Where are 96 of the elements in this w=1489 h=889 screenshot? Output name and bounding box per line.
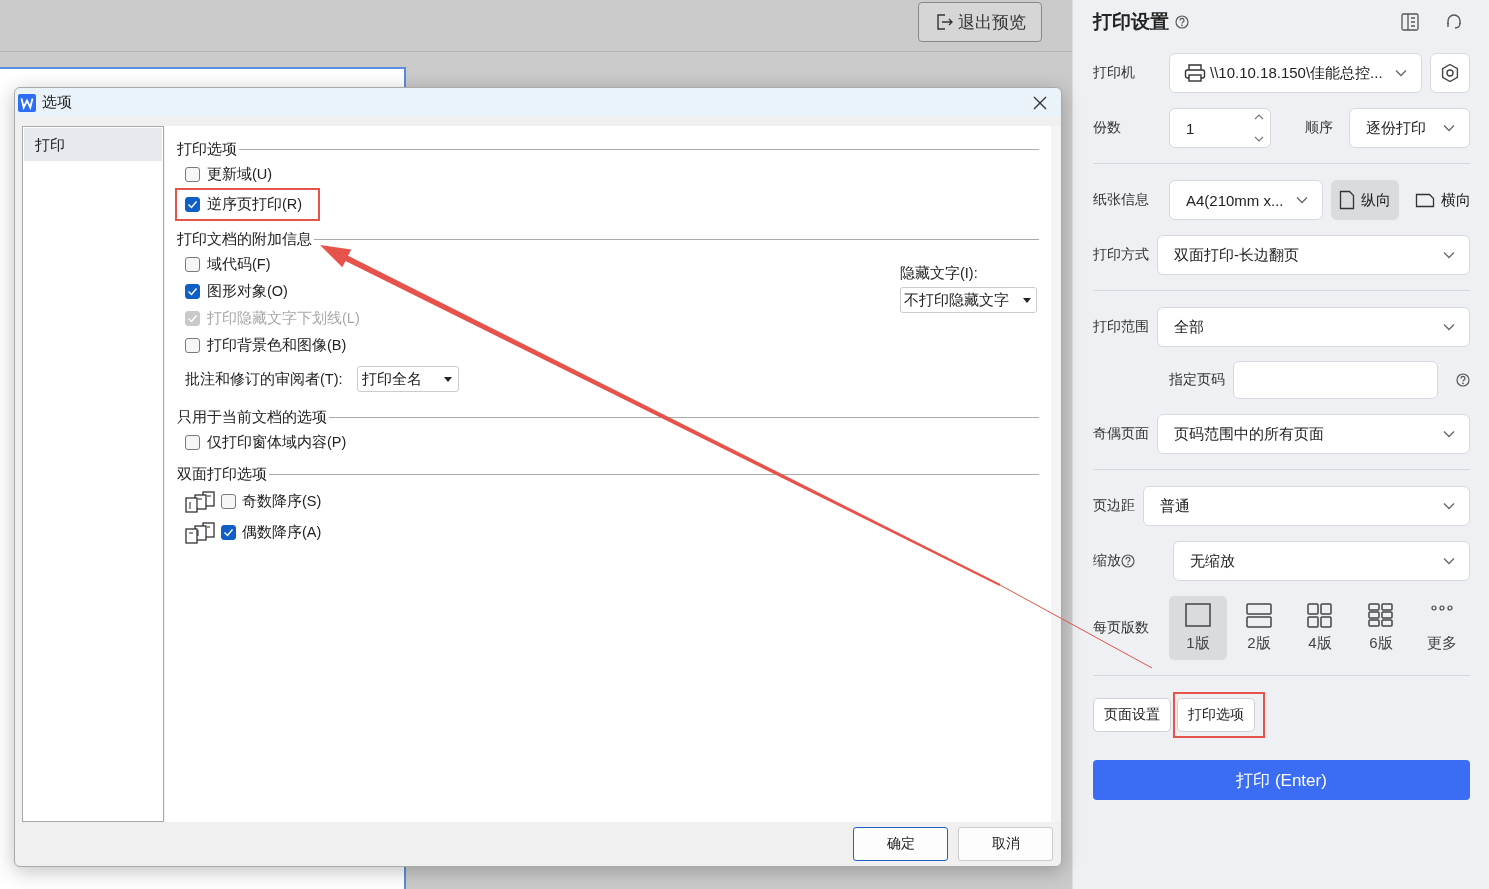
dialog-title: 选项 [42, 93, 72, 112]
checkbox-label: 图形对象(O) [207, 282, 288, 301]
field-label: 每页版数 [1093, 619, 1150, 637]
dropdown[interactable]: 打印全名 [356, 366, 459, 392]
checkbox[interactable] [185, 338, 200, 353]
dropdown[interactable]: 页码范围中的所有页面 [1157, 414, 1470, 454]
two-pages-icon [1245, 603, 1273, 629]
orientation-button[interactable]: 横向 [1407, 180, 1479, 220]
field-label: 份数 [1093, 119, 1122, 137]
field-label: 批注和修订的审阅者(T): [185, 369, 343, 389]
dropdown[interactable]: 不打印隐藏文字 [900, 287, 1037, 313]
copies-spinner[interactable]: 1 [1169, 108, 1271, 148]
paper-size-select[interactable]: A4(210mm x... [1169, 180, 1323, 220]
checkmark-icon [187, 200, 198, 209]
category-item[interactable]: 打印 [24, 128, 162, 161]
close-icon[interactable] [1033, 95, 1047, 110]
caret-icon [1023, 297, 1031, 303]
field-label: 打印范围 [1093, 318, 1149, 336]
dropdown[interactable]: 普通 [1143, 486, 1470, 526]
page-number-field[interactable] [1233, 361, 1438, 399]
panel-button[interactable]: 页面设置 [1093, 698, 1171, 732]
chevron-icon [1443, 323, 1455, 331]
checkbox-label: 仅打印窗体域内容(P) [207, 433, 347, 452]
print-button[interactable]: 打印 (Enter) [1093, 760, 1470, 800]
field-label: 奇偶页面 [1093, 425, 1149, 443]
exit-preview-button[interactable]: 退出预览 [918, 2, 1042, 42]
page-icon [1339, 190, 1355, 210]
checkbox[interactable] [185, 167, 200, 182]
dropdown[interactable]: 双面打印-长边翻页 [1157, 235, 1470, 275]
panel-button[interactable]: 打印选项 [1177, 698, 1255, 732]
section-title: 打印文档的附加信息 [177, 229, 312, 249]
field-label: 顺序 [1305, 119, 1333, 137]
field-label: 打印方式 [1093, 246, 1149, 264]
checkbox-label: 域代码(F) [207, 255, 271, 274]
checkbox-label: 更新域(U) [207, 165, 273, 184]
checkbox[interactable] [221, 494, 236, 509]
page-icon [1415, 192, 1435, 208]
panel-title: 打印设置 [1093, 10, 1169, 34]
pages-per-sheet-option[interactable]: 4版 [1291, 596, 1349, 660]
order-select[interactable]: 逐份打印 [1349, 108, 1470, 148]
pages-per-sheet-option[interactable]: 2版 [1230, 596, 1288, 660]
field-label: 纸张信息 [1093, 191, 1150, 209]
caret-icon [443, 376, 452, 382]
chevron-icon [1443, 430, 1455, 438]
checkbox-label: 打印隐藏文字下划线(L) [207, 309, 360, 328]
pages-per-sheet-option[interactable]: 1版 [1169, 596, 1227, 660]
checkbox-label: 奇数降序(S) [242, 492, 322, 511]
field-label: 指定页码 [1169, 371, 1225, 389]
section-title: 打印选项 [177, 139, 237, 159]
page-stack-icon [185, 490, 215, 513]
checkmark-icon [223, 528, 234, 537]
chevron-icon [1296, 196, 1308, 204]
chevron-icon [1443, 557, 1455, 565]
app-logo-icon [18, 93, 36, 112]
section-title: 只用于当前文档的选项 [177, 407, 327, 427]
checkbox-label: 逆序页打印(R) [207, 195, 303, 214]
field-label: 缩放 [1093, 552, 1121, 570]
pages-per-sheet-option[interactable]: 更多 [1413, 596, 1471, 660]
chevron-icon [1395, 69, 1407, 77]
chevron-icon [1443, 251, 1455, 259]
checkbox[interactable] [185, 257, 200, 272]
printer-select[interactable]: \\10.10.18.150\佳能总控... [1169, 53, 1422, 93]
six-pages-icon [1367, 603, 1395, 629]
printer-settings-button[interactable] [1430, 53, 1470, 93]
four-pages-icon [1306, 603, 1334, 629]
single-page-icon [1184, 603, 1212, 629]
more-icon [1431, 605, 1453, 611]
field-label: 页边距 [1093, 497, 1135, 515]
dialog-button[interactable]: 确定 [853, 827, 948, 861]
help-icon[interactable] [1456, 373, 1470, 387]
help-icon[interactable] [1121, 554, 1135, 568]
help-icon[interactable] [1175, 15, 1189, 29]
checkbox-label: 偶数降序(A) [242, 523, 322, 542]
chevron-icon [1443, 124, 1455, 132]
printer-icon [1184, 63, 1206, 83]
dropdown[interactable]: 无缩放 [1173, 541, 1470, 581]
field-label: 隐藏文字(I): [900, 264, 979, 283]
page-stack-icon [185, 521, 215, 544]
field-label: 打印机 [1093, 64, 1136, 82]
pages-per-sheet-option[interactable]: 6版 [1352, 596, 1410, 660]
checkmark-icon [187, 287, 198, 296]
dropdown[interactable]: 全部 [1157, 307, 1470, 347]
checkmark-icon [187, 314, 198, 323]
orientation-button[interactable]: 纵向 [1331, 180, 1399, 220]
checkbox-label: 打印背景色和图像(B) [207, 336, 347, 355]
settings-icon [1440, 63, 1460, 83]
checkbox[interactable] [185, 435, 200, 450]
headset-icon[interactable] [1444, 12, 1464, 32]
dialog-button[interactable]: 取消 [958, 827, 1053, 861]
chevron-icon [1443, 502, 1455, 510]
exit-icon [934, 12, 954, 32]
checkbox[interactable] [221, 525, 236, 540]
layout-icon[interactable] [1400, 12, 1420, 32]
checkbox[interactable] [185, 197, 200, 212]
checkbox[interactable] [185, 284, 200, 299]
section-title: 双面打印选项 [177, 464, 267, 484]
